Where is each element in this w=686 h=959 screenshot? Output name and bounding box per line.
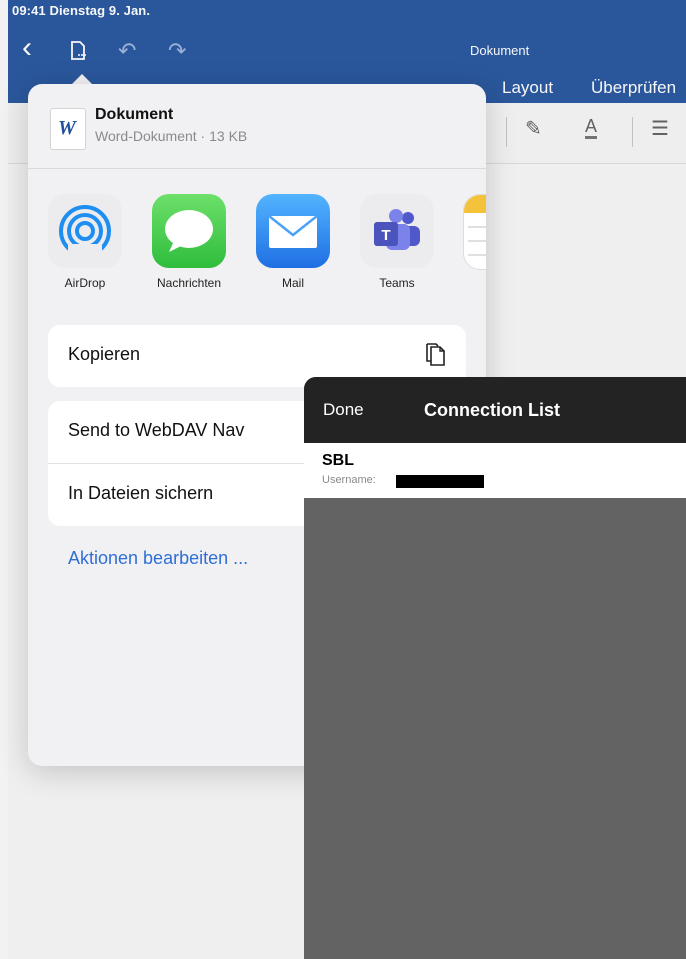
share-sheet-header: W Dokument Word-Dokument · 13 KB <box>28 84 486 168</box>
mail-icon <box>256 194 330 268</box>
screen: 09:41 Dienstag 9. Jan. ‹ ↶ ↷ Dokument La… <box>0 0 686 959</box>
connection-name: SBL <box>322 452 354 469</box>
word-document-icon: W <box>50 108 86 150</box>
divider <box>28 168 486 169</box>
notes-icon <box>463 194 486 270</box>
edit-actions-link[interactable]: Aktionen bearbeiten ... <box>68 548 248 569</box>
connection-username-label: Username: <box>322 474 376 486</box>
share-app-label: AirDrop <box>64 276 106 290</box>
share-app-label: Nachrichten <box>156 276 222 290</box>
share-app-label: Teams <box>379 276 415 290</box>
airdrop-icon <box>48 194 122 268</box>
connection-list-header: Done Connection List <box>304 377 686 443</box>
share-app-airdrop[interactable]: AirDrop <box>45 194 125 290</box>
done-button[interactable]: Done <box>323 400 364 420</box>
connection-list-title: Connection List <box>424 400 560 420</box>
share-app-teams[interactable]: T Teams <box>357 194 437 290</box>
share-app-mail[interactable]: Mail <box>253 194 333 290</box>
share-app-notes[interactable]: N <box>461 194 486 292</box>
action-label: Kopieren <box>68 344 141 364</box>
connection-list-panel: Done Connection List SBL Username: <box>304 377 686 959</box>
share-app-label: Mail <box>281 276 304 290</box>
share-app-row: AirDrop Nachrichten Mail T Teams <box>28 194 486 294</box>
redacted-username <box>396 475 484 488</box>
svg-text:T: T <box>381 227 390 244</box>
copy-icon <box>426 343 445 366</box>
action-label: In Dateien sichern <box>68 483 214 503</box>
share-app-messages[interactable]: Nachrichten <box>149 194 229 290</box>
messages-icon <box>152 194 226 268</box>
shared-file-name: Dokument <box>95 106 174 123</box>
action-label: Send to WebDAV Nav <box>68 420 245 440</box>
share-app-label: N <box>461 278 486 292</box>
teams-icon: T <box>360 194 434 268</box>
connection-row[interactable]: SBL Username: <box>304 443 686 498</box>
shared-file-meta: Word-Dokument · 13 KB <box>95 128 248 144</box>
